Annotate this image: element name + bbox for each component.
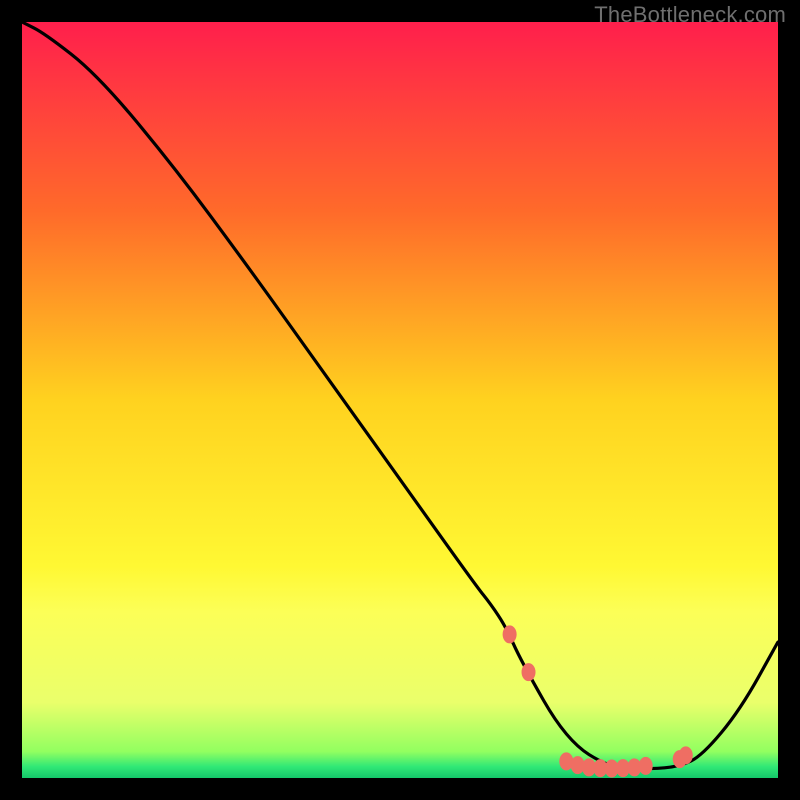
bottleneck-curve-chart xyxy=(22,22,778,778)
marker-dot xyxy=(503,625,517,643)
marker-dot xyxy=(679,746,693,764)
marker-dot xyxy=(639,757,653,775)
watermark-text: TheBottleneck.com xyxy=(594,2,786,28)
gradient-background xyxy=(22,22,778,778)
marker-dot xyxy=(522,663,536,681)
chart-frame xyxy=(22,22,778,778)
